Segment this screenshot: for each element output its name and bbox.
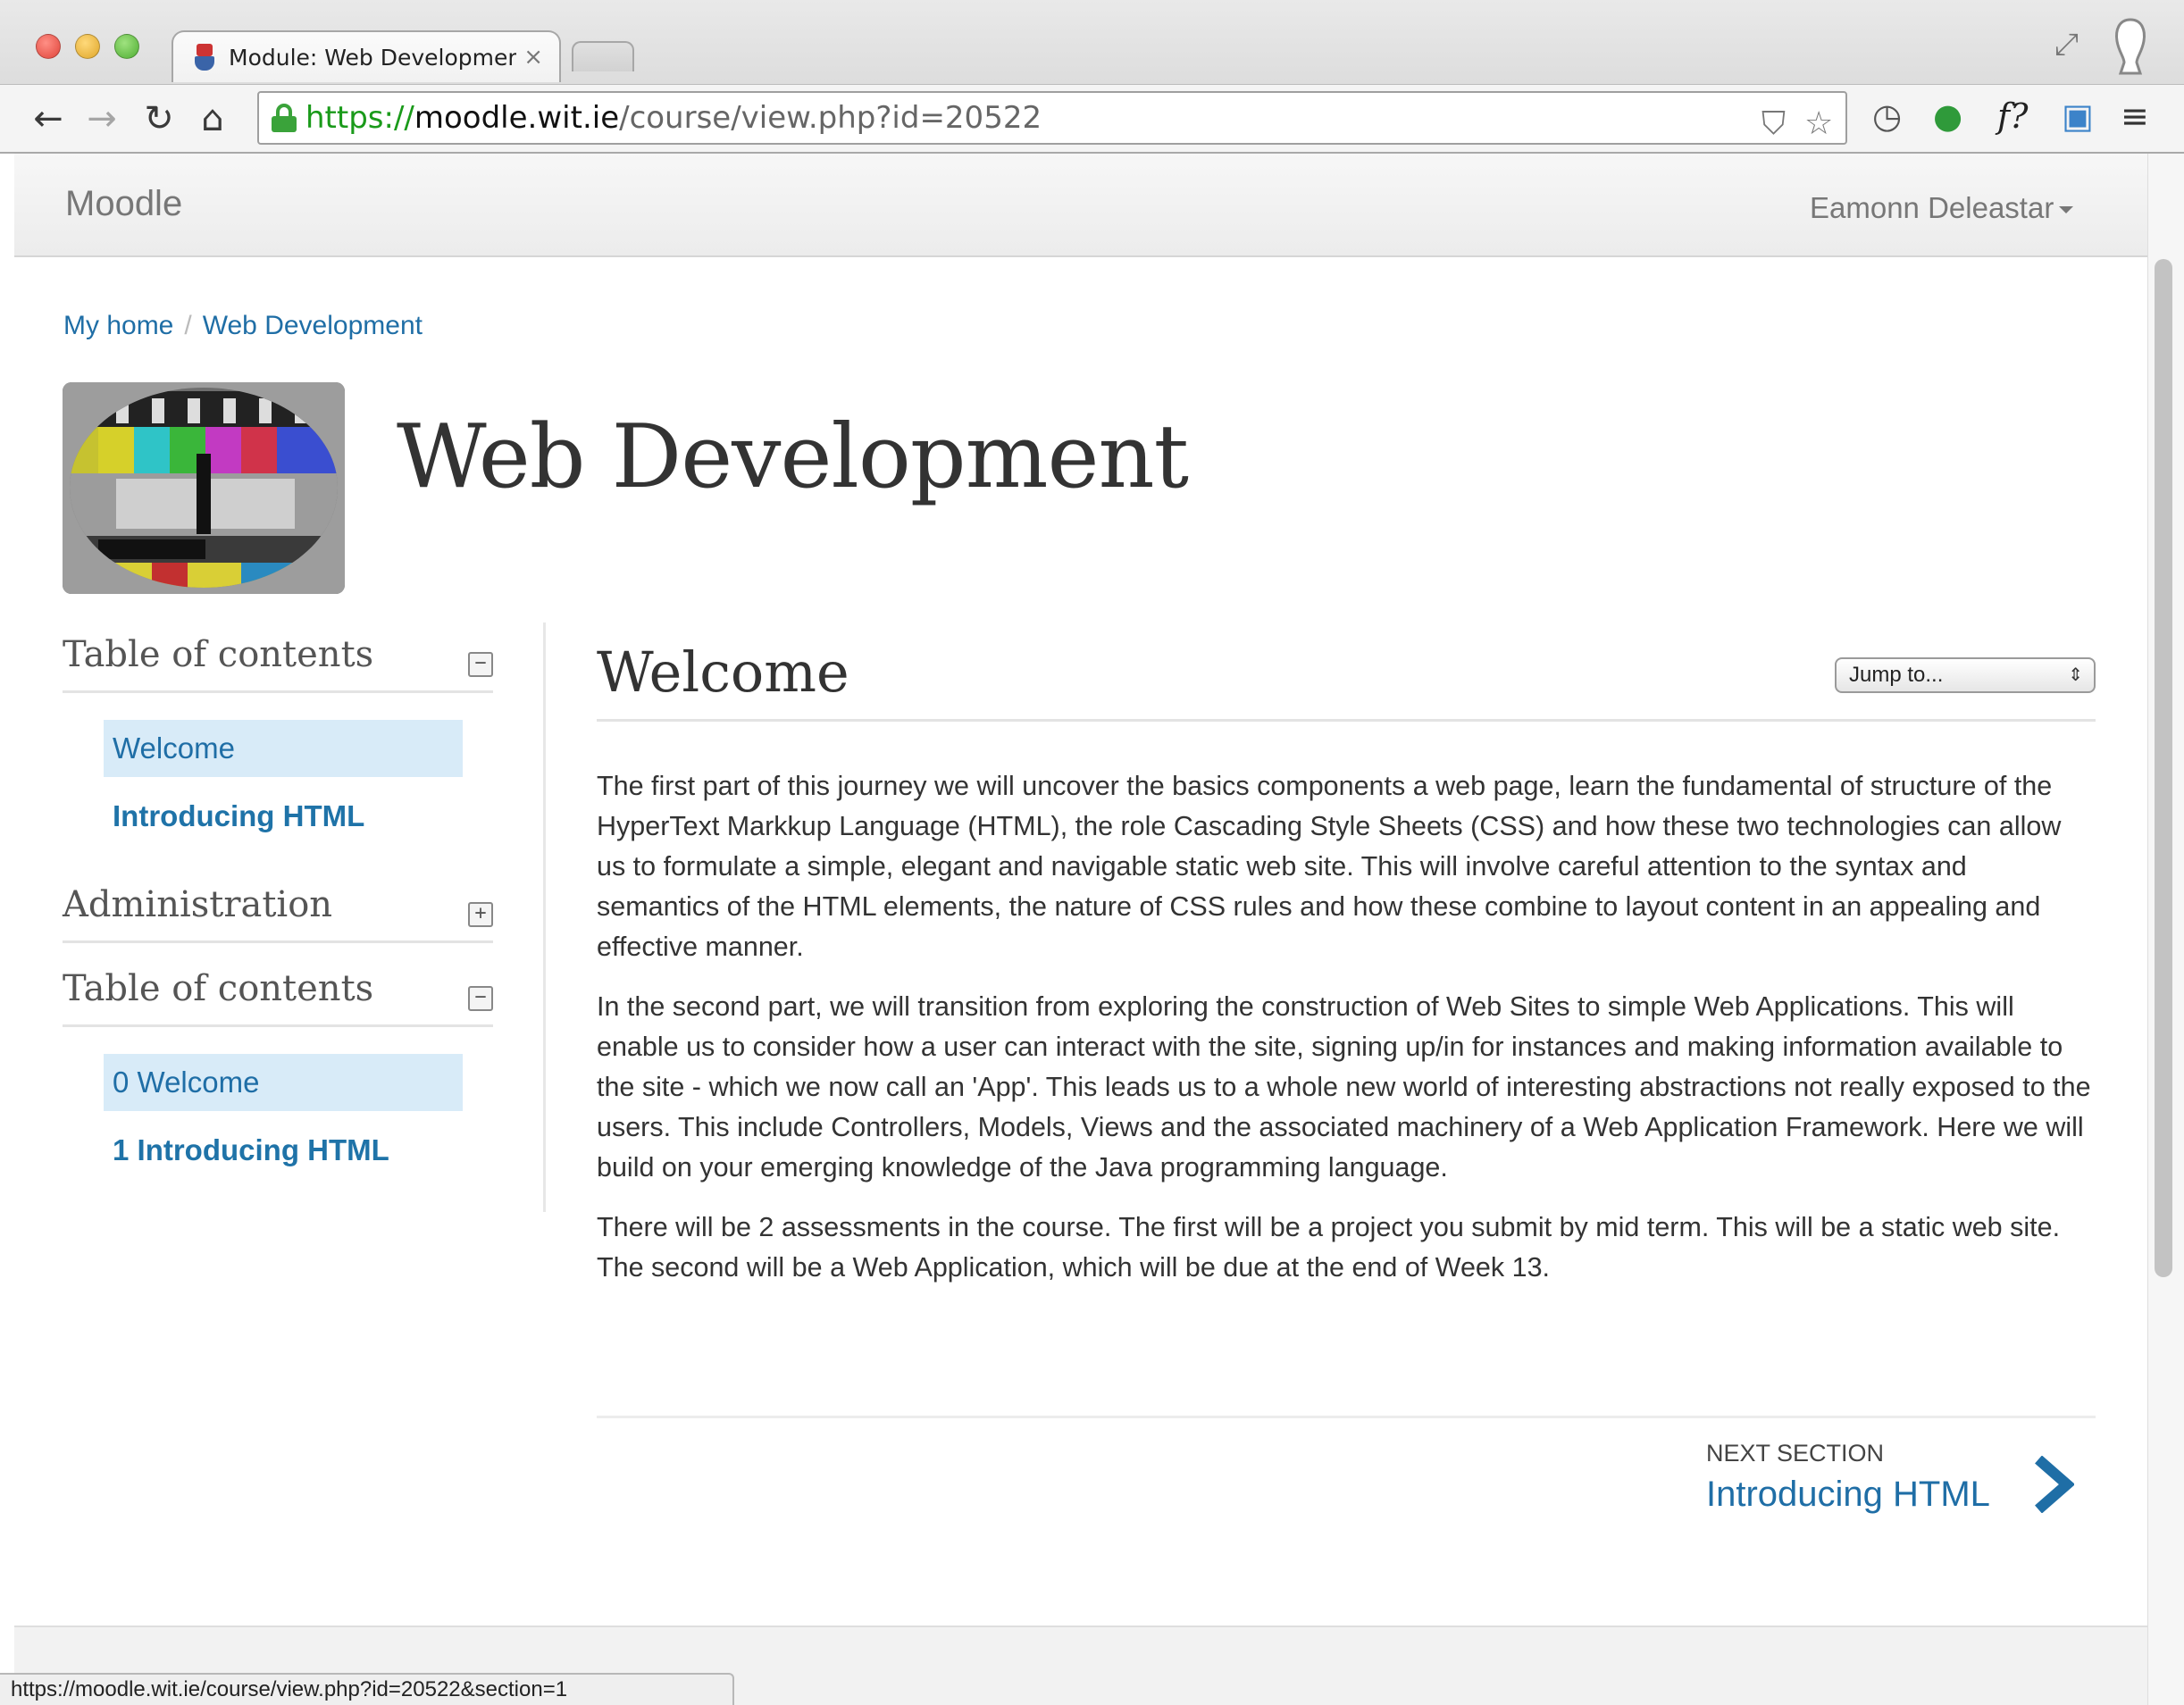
toc-item-introducing-html[interactable]: Introducing HTML [104, 788, 463, 845]
reload-icon[interactable]: ↻ [138, 97, 180, 140]
new-tab-button[interactable] [572, 41, 634, 71]
toc-list: Welcome Introducing HTML [63, 693, 493, 875]
block-title: Administration [63, 884, 333, 925]
breadcrumb-separator: / [184, 311, 192, 340]
toc-item-0-welcome[interactable]: 0 Welcome [104, 1054, 463, 1111]
evernote-icon[interactable]: ● [1933, 96, 1962, 136]
back-arrow-icon[interactable]: ← [27, 97, 70, 140]
address-bar[interactable]: https://moodle.wit.ie/course/view.php?id… [257, 91, 1847, 145]
shield-icon[interactable]: ⛉ [1761, 105, 1786, 143]
moodle-navbar: Moodle Eamonn Deleastar [14, 154, 2147, 257]
column-divider [543, 623, 546, 1212]
scrollbar-thumb[interactable] [2155, 259, 2172, 1277]
block-header-toc: Table of contents − [63, 625, 493, 693]
url-path: /course/view.php?id=20522 [619, 100, 1042, 136]
section-summary: The first part of this journey we will u… [597, 722, 2096, 1288]
block-title: Table of contents [63, 634, 374, 675]
breadcrumb: My home / Web Development [63, 311, 423, 341]
breadcrumb-course-link[interactable]: Web Development [203, 311, 423, 340]
url-host: moodle.wit.ie [414, 100, 620, 136]
section-title: Welcome [597, 639, 849, 705]
user-menu[interactable]: Eamonn Deleastar [1810, 191, 2074, 225]
zoom-window-button[interactable] [114, 34, 139, 59]
minimize-window-button[interactable] [75, 34, 100, 59]
forward-arrow-icon[interactable]: → [80, 97, 123, 140]
jump-to-select[interactable]: Jump to... ⇕ [1835, 657, 2096, 693]
site-brand[interactable]: Moodle [65, 184, 182, 224]
next-section-link[interactable]: NEXT SECTION Introducing HTML [1706, 1440, 1990, 1515]
url-scheme: https:// [305, 100, 414, 136]
tab-close-icon[interactable]: × [523, 44, 543, 71]
wit-crest-icon [195, 44, 216, 71]
collapse-icon[interactable]: − [468, 652, 493, 677]
toc-item-1-introducing-html[interactable]: 1 Introducing HTML [104, 1122, 463, 1179]
jump-to-label: Jump to... [1849, 663, 1944, 687]
section-header: Welcome Jump to... ⇕ [597, 625, 2096, 722]
summary-paragraph: There will be 2 assessments in the cours… [597, 1212, 2061, 1283]
user-name: Eamonn Deleastar [1810, 191, 2054, 224]
browser-toolbar: ← → ↻ ⌂ https://moodle.wit.ie/course/vie… [0, 84, 2184, 152]
calendar-icon[interactable]: ▣ [2062, 96, 2094, 136]
breadcrumb-home-link[interactable]: My home [63, 311, 173, 340]
caret-down-icon [2059, 206, 2074, 214]
menu-icon[interactable]: ≡ [2121, 96, 2149, 136]
status-bar-url: https://moodle.wit.ie/course/view.php?id… [0, 1673, 734, 1705]
tab-title: Module: Web Development [229, 44, 517, 71]
chevron-right-icon[interactable] [2029, 1456, 2074, 1513]
next-section-title[interactable]: Introducing HTML [1706, 1475, 1990, 1515]
course-image [63, 382, 345, 594]
block-header-toc-2: Table of contents − [63, 959, 493, 1027]
bookmark-star-icon[interactable]: ☆ [1804, 105, 1833, 142]
collapse-icon[interactable]: − [468, 986, 493, 1011]
font-checker-extension[interactable]: f? [1997, 96, 2028, 136]
toc-list: 0 Welcome 1 Introducing HTML [63, 1027, 493, 1209]
block-title: Table of contents [63, 968, 374, 1009]
section-footer-divider [597, 1416, 2096, 1418]
close-window-button[interactable] [36, 34, 61, 59]
select-arrows-icon: ⇕ [2068, 665, 2083, 685]
fullscreen-icon[interactable]: ⤢ [2054, 27, 2079, 63]
browser-tab-active[interactable]: Module: Web Development × [172, 30, 561, 82]
secure-lock-icon [272, 104, 297, 132]
toc-item-welcome[interactable]: Welcome [104, 720, 463, 777]
history-clock-icon[interactable]: ◷ [1872, 96, 1902, 136]
home-icon[interactable]: ⌂ [191, 97, 234, 140]
block-header-administration: Administration + [63, 875, 493, 943]
next-section-label: NEXT SECTION [1706, 1440, 1885, 1467]
summary-paragraph: The first part of this journey we will u… [597, 771, 2062, 962]
expand-icon[interactable]: + [468, 902, 493, 927]
profile-avatar-icon[interactable] [2108, 16, 2153, 75]
sidebar: Table of contents − Welcome Introducing … [63, 625, 493, 1209]
summary-paragraph: In the second part, we will transition f… [597, 991, 2091, 1183]
main-content: Welcome Jump to... ⇕ The first part of t… [597, 625, 2096, 1308]
course-title: Web Development [397, 406, 1189, 508]
